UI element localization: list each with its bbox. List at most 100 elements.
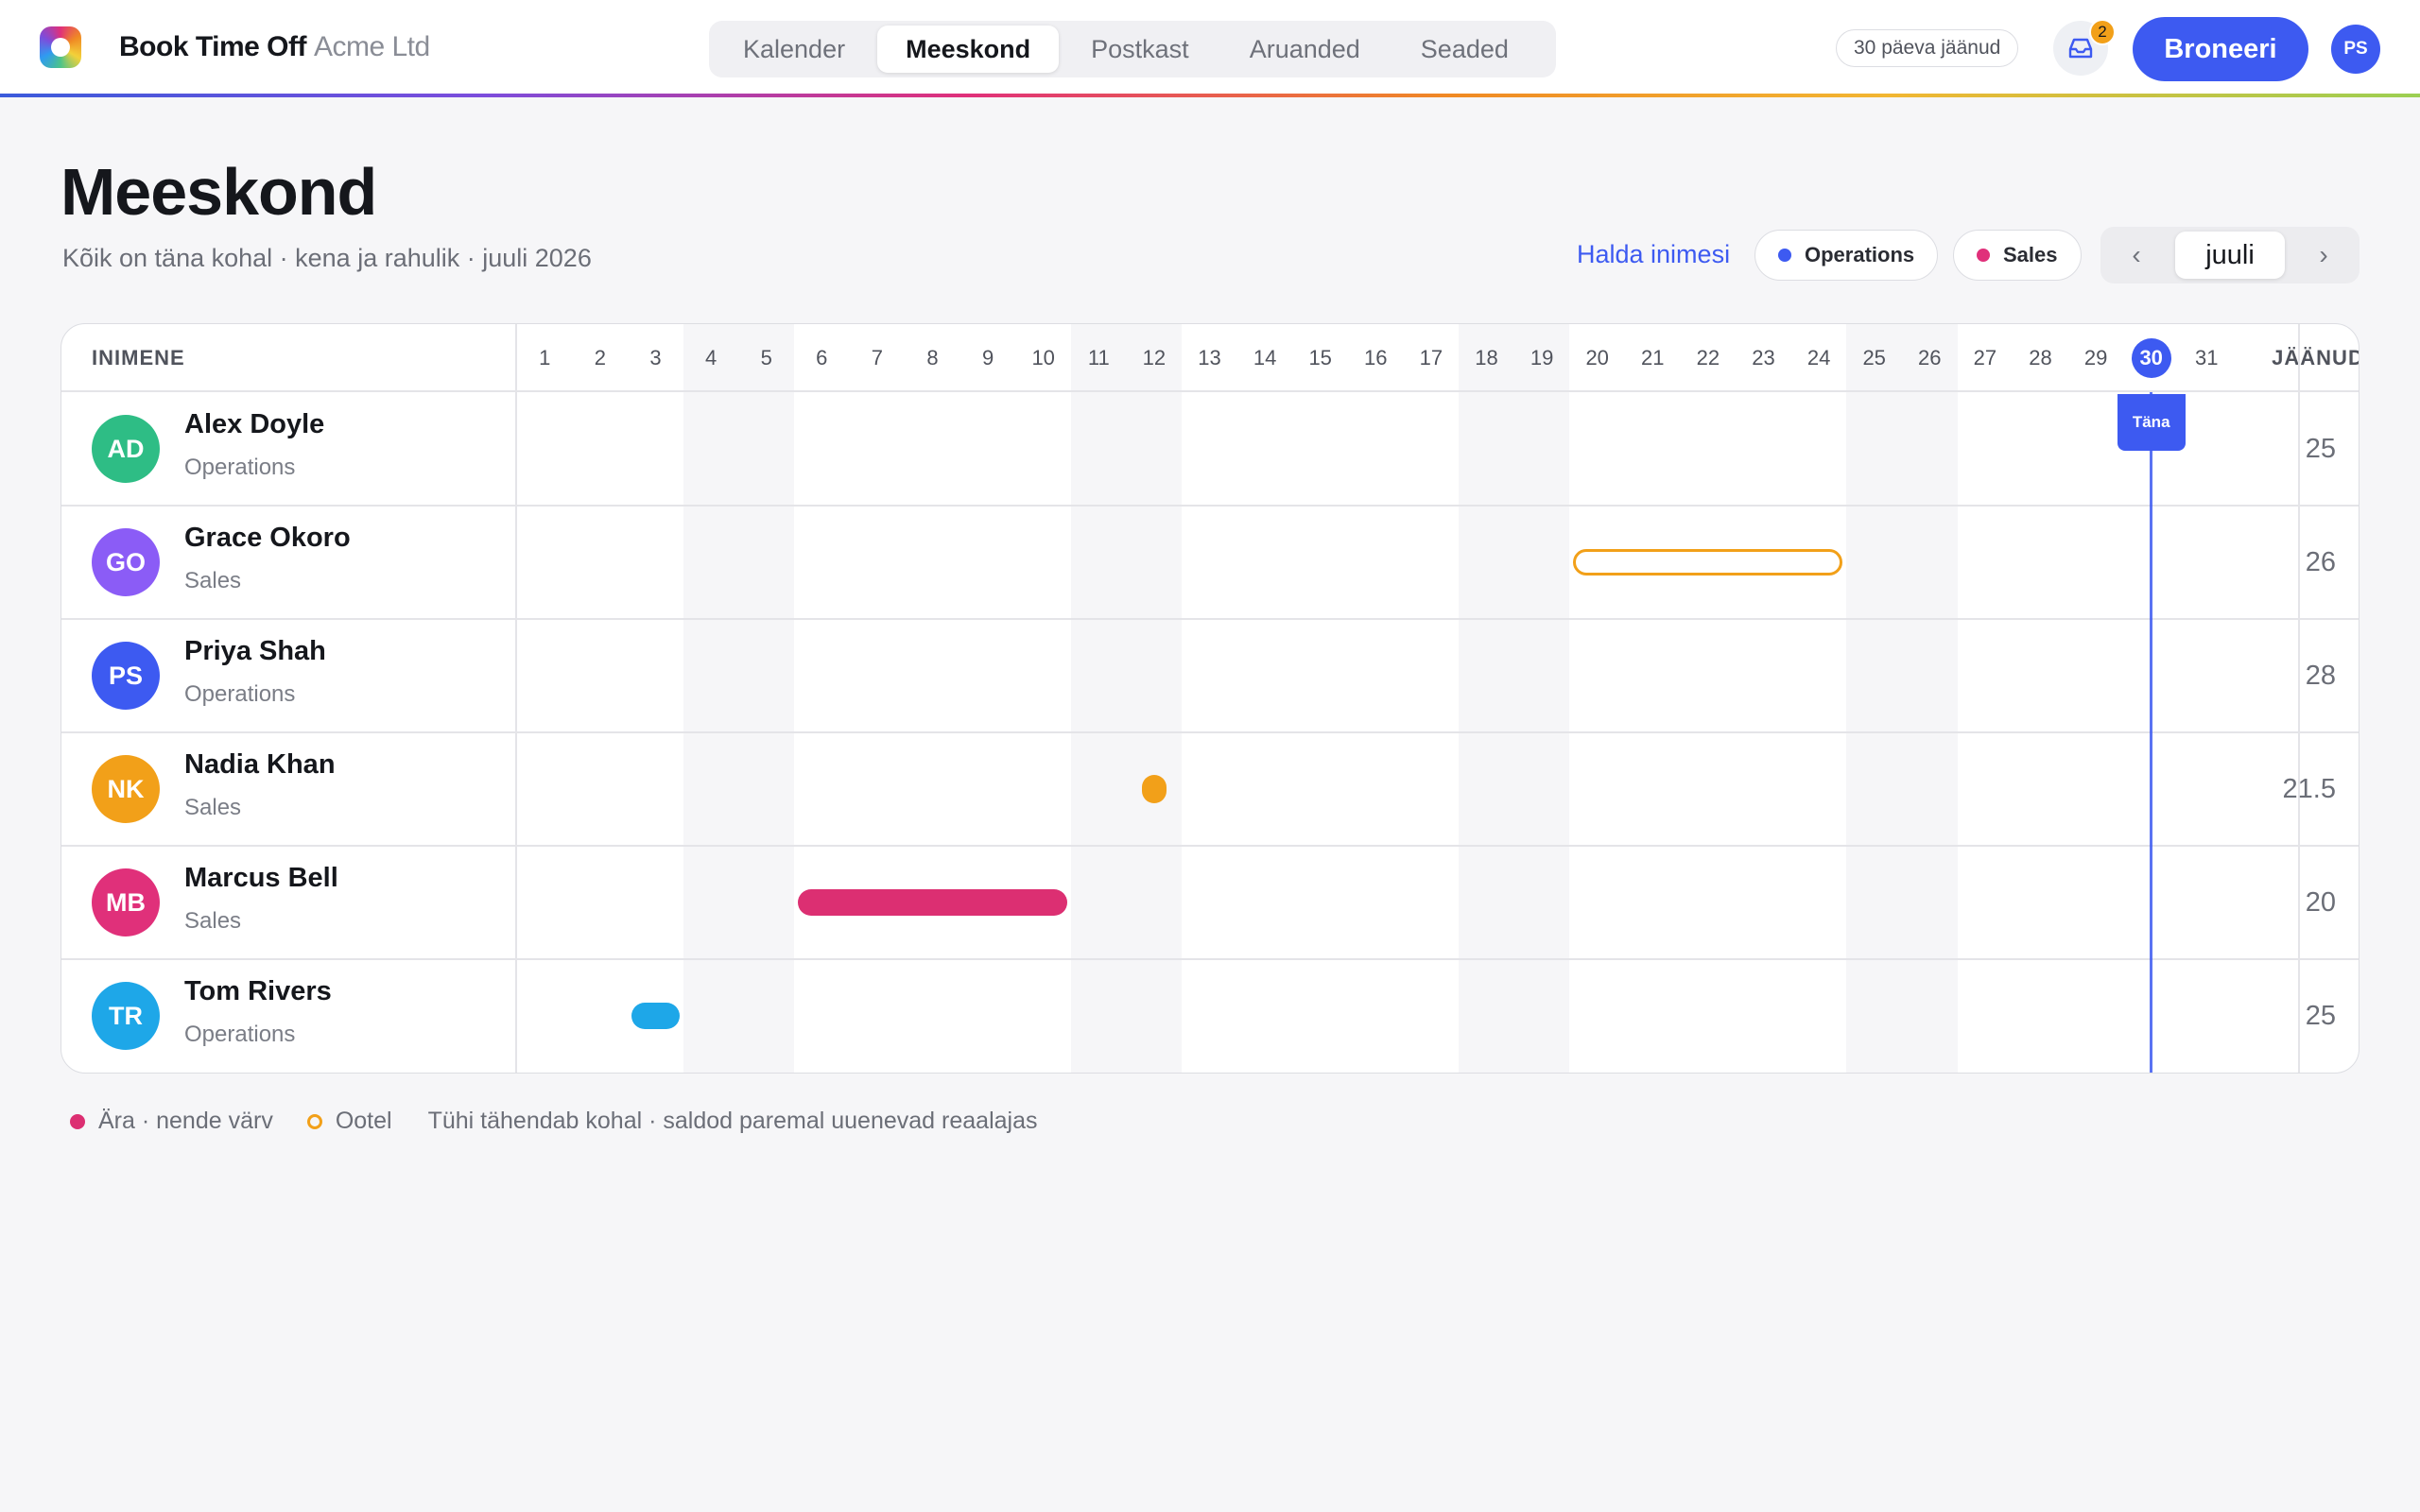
tab-kalender[interactable]: Kalender <box>715 26 873 73</box>
remaining-days: 21.5 <box>2282 773 2336 804</box>
person-team: Sales <box>184 568 242 593</box>
day-header-22: 22 <box>1696 346 1720 369</box>
table-row[interactable]: TR Tom Rivers Operations 25 <box>61 959 2359 1073</box>
filter-operations-label: Operations <box>1805 243 1915 266</box>
operations-dot <box>1778 249 1791 262</box>
current-month[interactable]: juuli <box>2175 232 2285 279</box>
inbox-count-badge: 2 <box>2089 19 2116 45</box>
pending-absence-bar[interactable] <box>1573 549 1843 576</box>
day-header-17: 17 <box>1419 346 1443 369</box>
absence-bar[interactable] <box>798 889 1067 916</box>
remaining-days: 26 <box>2305 546 2336 577</box>
day-header-26: 26 <box>1918 346 1942 369</box>
day-header-13: 13 <box>1198 346 1221 369</box>
app-brand: Book Time Off Acme Ltd <box>119 31 430 63</box>
next-month-button[interactable]: › <box>2293 232 2354 278</box>
day-header-8: 8 <box>926 346 939 369</box>
user-avatar[interactable]: PS <box>2331 25 2380 74</box>
table-row[interactable]: NK Nadia Khan Sales 21.5 <box>61 732 2359 846</box>
app-name: Book Time Off <box>119 31 306 62</box>
filter-sales-label: Sales <box>2003 243 2058 266</box>
day-header-28: 28 <box>2029 346 2052 369</box>
today-line <box>2150 392 2153 1073</box>
person-name[interactable]: Marcus Bell <box>184 863 338 894</box>
day-header-27: 27 <box>1973 346 1997 369</box>
pending-legend-label: Ootel <box>335 1108 392 1134</box>
day-header-19: 19 <box>1530 346 1554 369</box>
today-tag: Täna <box>2117 394 2186 451</box>
person-name[interactable]: Priya Shah <box>184 636 326 667</box>
remaining-days: 20 <box>2305 886 2336 918</box>
person-team: Sales <box>184 795 242 820</box>
day-header-20: 20 <box>1585 346 1609 369</box>
avatar: GO <box>92 528 160 596</box>
main-nav-tabs: Kalender Meeskond Postkast Aruanded Sead… <box>709 21 1556 77</box>
day-header-18: 18 <box>1475 346 1498 369</box>
remaining-days: 25 <box>2305 1000 2336 1031</box>
day-header-16: 16 <box>1364 346 1388 369</box>
person-name[interactable]: Grace Okoro <box>184 523 351 554</box>
page-title: Meeskond <box>60 155 377 229</box>
day-header-5: 5 <box>760 346 772 369</box>
day-header-15: 15 <box>1308 346 1332 369</box>
absence-bar[interactable] <box>631 1003 680 1029</box>
avatar: TR <box>92 982 160 1050</box>
remaining-days: 28 <box>2305 660 2336 691</box>
inbox-button[interactable]: 2 <box>2053 19 2116 76</box>
header-accent-stripe <box>0 94 2420 97</box>
page-subtitle: Kõik on täna kohal · kena ja rahulik · j… <box>62 244 592 272</box>
tab-aruanded[interactable]: Aruanded <box>1221 26 1389 73</box>
table-row[interactable]: PS Priya Shah Operations 28 <box>61 619 2359 732</box>
month-navigator: ‹ juuli › <box>2100 227 2360 284</box>
person-team: Sales <box>184 908 242 934</box>
person-name[interactable]: Tom Rivers <box>184 976 332 1007</box>
org-name: Acme Ltd <box>313 31 430 62</box>
top-bar: Book Time Off Acme Ltd Kalender Meeskond … <box>0 0 2420 94</box>
table-row[interactable]: GO Grace Okoro Sales 26 <box>61 506 2359 619</box>
person-name[interactable]: Alex Doyle <box>184 409 324 440</box>
day-header-4: 4 <box>704 346 717 369</box>
person-team: Operations <box>184 681 296 707</box>
day-header-6: 6 <box>816 346 828 369</box>
avatar: AD <box>92 415 160 483</box>
day-header-11: 11 <box>1087 346 1110 369</box>
avatar: NK <box>92 755 160 823</box>
prev-month-button[interactable]: ‹ <box>2106 232 2167 278</box>
manage-people-link[interactable]: Halda inimesi <box>1577 240 1730 269</box>
day-header-14: 14 <box>1253 346 1277 369</box>
day-header-21: 21 <box>1641 346 1665 369</box>
team-calendar-grid: INIMENE 1 2 3 4 5 6 7 8 9 10 11 12 13 14 15 16 17 18 19 20 2… <box>60 323 2360 1074</box>
book-button[interactable]: Broneeri <box>2133 17 2308 81</box>
day-header-24: 24 <box>1806 346 1831 369</box>
remaining-column-header: JÄÄNUD <box>2272 346 2360 369</box>
day-header-1: 1 <box>539 346 551 369</box>
day-header-2: 2 <box>594 346 607 369</box>
tab-meeskond[interactable]: Meeskond <box>877 26 1060 73</box>
tab-postkast[interactable]: Postkast <box>1063 26 1218 73</box>
avatar: MB <box>92 868 160 936</box>
days-left-badge: 30 päeva jäänud <box>1836 29 2019 67</box>
today-day-marker: 30 <box>2131 338 2171 378</box>
remaining-days: 25 <box>2305 433 2336 464</box>
day-header-10: 10 <box>1031 346 1055 369</box>
day-header-12: 12 <box>1142 346 1167 369</box>
filter-operations-chip[interactable]: Operations <box>1754 230 1939 281</box>
inbox-icon <box>2068 38 2093 59</box>
filter-sales-chip[interactable]: Sales <box>1953 230 2082 281</box>
legend: Ära · nende värv Ootel Tühi tähendab koh… <box>70 1108 1037 1135</box>
half-day-absence[interactable] <box>1141 775 1167 803</box>
table-row[interactable]: AD Alex Doyle Operations 25 <box>61 392 2359 506</box>
day-header-30: 30 <box>2123 324 2179 392</box>
day-header-7: 7 <box>871 346 884 369</box>
person-team: Operations <box>184 1022 296 1047</box>
table-row[interactable]: MB Marcus Bell Sales 20 <box>61 846 2359 959</box>
pending-legend-ring <box>306 1113 322 1129</box>
tab-seaded[interactable]: Seaded <box>1392 26 1537 73</box>
app-logo-icon[interactable] <box>40 26 81 68</box>
person-column-header: INIMENE <box>92 346 185 369</box>
day-header-23: 23 <box>1752 346 1775 369</box>
day-header-25: 25 <box>1862 346 1886 369</box>
day-header-31: 31 <box>2195 346 2219 369</box>
person-name[interactable]: Nadia Khan <box>184 749 336 781</box>
avatar: PS <box>92 642 160 710</box>
